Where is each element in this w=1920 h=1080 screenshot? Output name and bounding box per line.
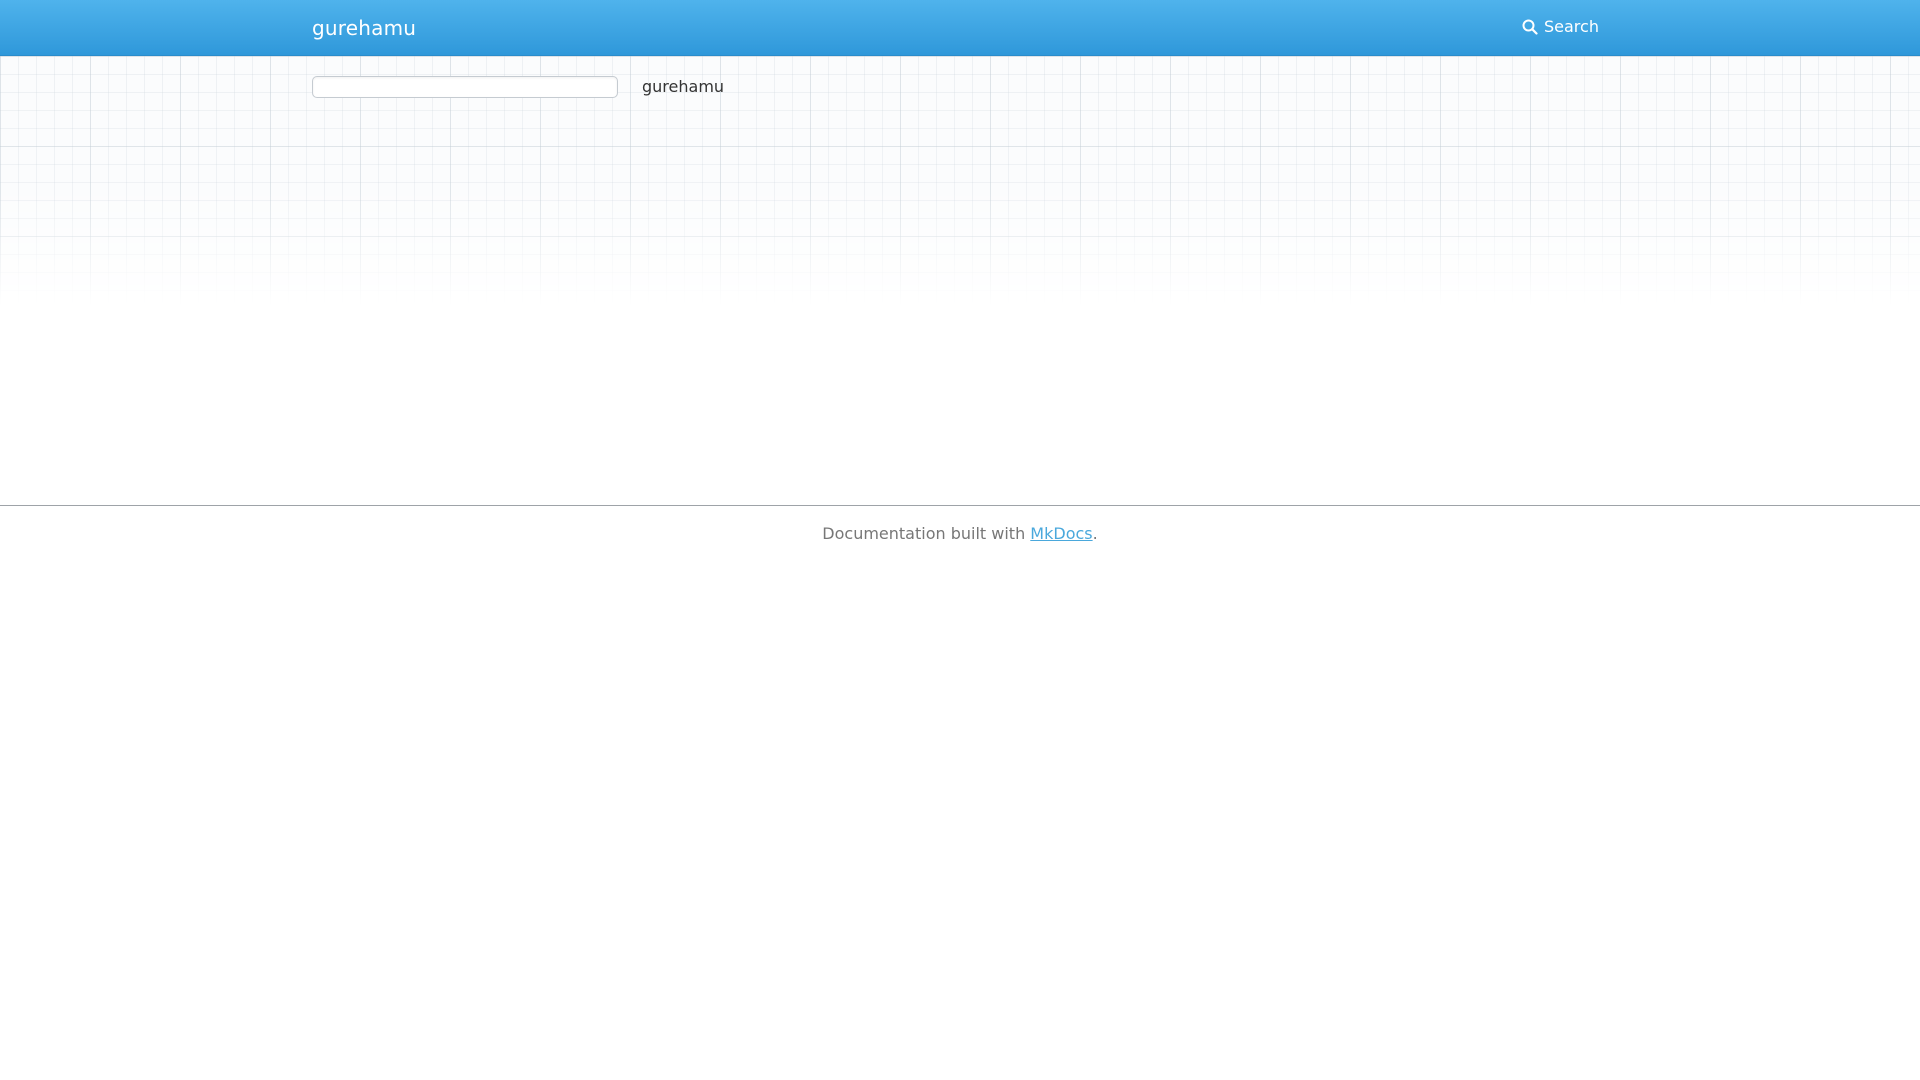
site-brand-link[interactable]: gurehamu <box>312 15 416 41</box>
toc-filter-input[interactable] <box>312 76 618 98</box>
footer-divider <box>0 505 1920 506</box>
top-navbar: gurehamu Search <box>0 0 1920 56</box>
search-icon <box>1522 19 1538 35</box>
footer: Documentation built with MkDocs. <box>0 524 1920 544</box>
search-button[interactable]: Search <box>1522 17 1599 37</box>
footer-text-prefix: Documentation built with <box>822 524 1031 543</box>
grid-background <box>0 56 1920 306</box>
footer-text-suffix: . <box>1092 524 1098 543</box>
toc-page-link[interactable]: gurehamu <box>642 77 724 97</box>
mkdocs-link[interactable]: MkDocs <box>1030 524 1092 543</box>
search-label: Search <box>1544 17 1599 36</box>
